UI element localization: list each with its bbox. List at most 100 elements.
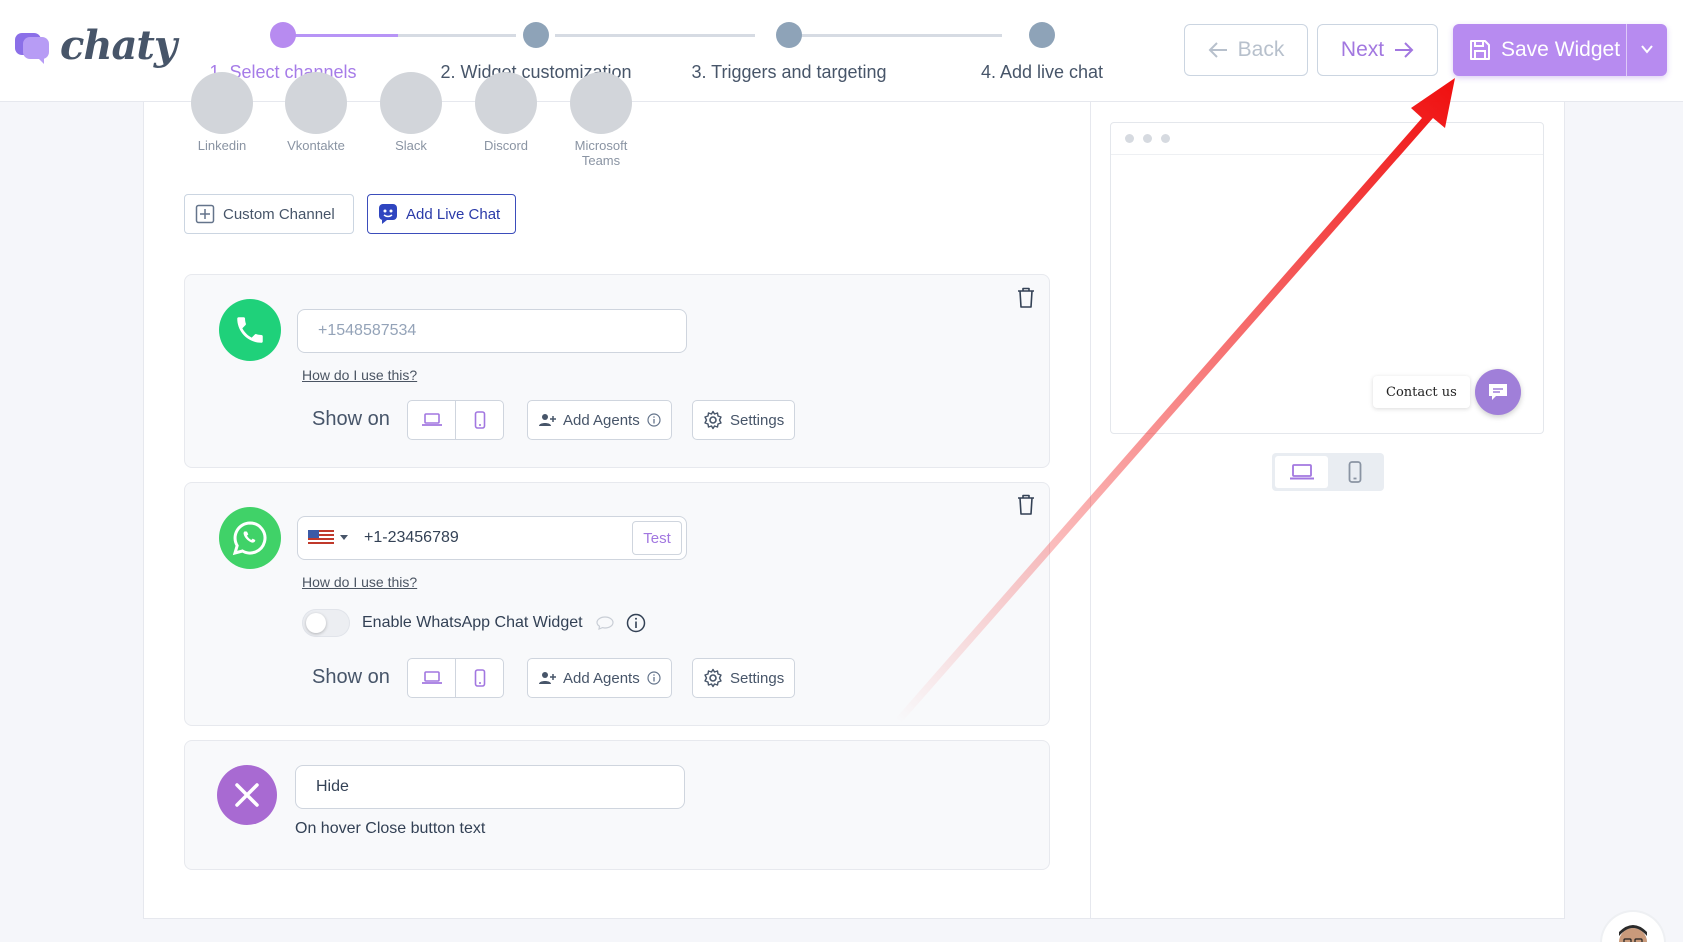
arrow-right-icon: [1395, 42, 1414, 58]
channel-slack[interactable]: Slack: [366, 72, 456, 153]
laptop-icon: [421, 671, 442, 684]
whatsapp-icon: [232, 521, 267, 556]
phone-placeholder: +1548587534: [318, 322, 417, 339]
phone-howto-link[interactable]: How do I use this?: [302, 367, 417, 383]
custom-channel-button[interactable]: Custom Channel: [184, 194, 354, 234]
desktop-toggle[interactable]: [408, 401, 455, 439]
save-divider: [1626, 24, 1627, 76]
vkontakte-icon: [285, 72, 347, 134]
desktop-toggle[interactable]: [408, 659, 455, 697]
close-text-value: Hide: [316, 778, 349, 795]
gear-icon: [704, 410, 722, 430]
window-dot: [1125, 134, 1134, 143]
chevron-down-icon[interactable]: [1639, 41, 1655, 57]
logo-text: chaty: [60, 22, 177, 69]
live-chat-icon: [379, 204, 397, 224]
arrow-left-icon: [1208, 42, 1227, 58]
widget-chat-button[interactable]: [1475, 369, 1521, 415]
step-dot: [270, 22, 296, 48]
close-icon: [235, 783, 259, 807]
caret-down-icon: [340, 535, 348, 540]
chaty-logo[interactable]: chaty: [14, 22, 177, 69]
info-icon[interactable]: [626, 613, 646, 633]
whatsapp-show-on-label: Show on: [312, 666, 390, 688]
add-live-chat-button[interactable]: Add Live Chat: [367, 194, 516, 234]
preview-desktop-toggle[interactable]: [1275, 456, 1328, 488]
add-user-icon: [539, 414, 556, 426]
enable-whatsapp-widget-label: Enable WhatsApp Chat Widget: [362, 614, 583, 631]
add-live-chat-label: Add Live Chat: [406, 205, 501, 223]
contact-us-tooltip: Contact us: [1373, 376, 1470, 408]
save-disk-icon: [1470, 40, 1490, 60]
info-icon: [647, 413, 661, 427]
mobile-phone-icon: [474, 669, 485, 687]
add-agents-label: Add Agents: [563, 669, 640, 687]
channel-name: Vkontakte: [287, 138, 345, 153]
save-widget-button[interactable]: Save Widget: [1453, 24, 1667, 76]
message-icon: [1489, 384, 1507, 400]
whatsapp-number-input[interactable]: +1-23456789 Test: [297, 516, 687, 560]
whatsapp-channel-avatar: [219, 507, 281, 569]
linkedin-icon: [191, 72, 253, 134]
channel-microsoft-teams[interactable]: Microsoft Teams: [556, 72, 646, 168]
phone-show-on-label: Show on: [312, 408, 390, 430]
whatsapp-add-agents-button[interactable]: Add Agents: [527, 658, 672, 698]
window-dot: [1143, 134, 1152, 143]
mobile-toggle[interactable]: [455, 659, 503, 697]
country-flag-select[interactable]: [308, 530, 348, 546]
settings-label: Settings: [730, 669, 785, 687]
whatsapp-number-value: +1-23456789: [364, 529, 459, 546]
step-dot: [523, 22, 549, 48]
save-widget-label: Save Widget: [1501, 38, 1621, 61]
step-triggers-targeting[interactable]: 3. Triggers and targeting: [689, 18, 889, 83]
toggle-knob: [306, 613, 326, 633]
phone-number-input[interactable]: +1548587534: [297, 309, 687, 353]
phone-add-agents-button[interactable]: Add Agents: [527, 400, 672, 440]
gear-icon: [704, 668, 722, 688]
mobile-phone-icon: [1348, 461, 1361, 483]
phone-channel-avatar: [219, 299, 281, 361]
preview-mobile-toggle[interactable]: [1328, 456, 1381, 488]
discord-icon: [475, 72, 537, 134]
back-button[interactable]: Back: [1184, 24, 1308, 76]
laptop-icon: [1289, 464, 1314, 480]
channel-linkedin[interactable]: Linkedin: [177, 72, 267, 153]
trash-icon[interactable]: [1017, 287, 1035, 308]
info-icon: [647, 671, 661, 685]
chat-bubbles-icon: [15, 32, 49, 64]
phone-settings-button[interactable]: Settings: [692, 400, 796, 440]
trash-icon[interactable]: [1017, 494, 1035, 515]
add-user-icon: [539, 672, 556, 684]
mobile-toggle[interactable]: [455, 401, 503, 439]
whatsapp-test-button[interactable]: Test: [632, 521, 682, 555]
mobile-phone-icon: [474, 411, 485, 429]
phone-device-toggle: [407, 400, 504, 440]
channel-vkontakte[interactable]: Vkontakte: [271, 72, 361, 153]
window-dot: [1161, 134, 1170, 143]
support-agent-avatar[interactable]: [1602, 912, 1664, 942]
preview-device-toggle: [1272, 453, 1384, 491]
laptop-icon: [421, 413, 442, 426]
whatsapp-settings-button[interactable]: Settings: [692, 658, 796, 698]
channel-name: Microsoft Teams: [574, 138, 628, 168]
channel-name: Linkedin: [197, 138, 247, 153]
custom-channel-label: Custom Channel: [223, 205, 335, 223]
step-add-live-chat[interactable]: 4. Add live chat: [942, 18, 1142, 83]
step-dot: [776, 22, 802, 48]
microsoft-teams-icon: [570, 72, 632, 134]
settings-label: Settings: [730, 411, 785, 429]
channel-discord[interactable]: Discord: [461, 72, 551, 153]
close-text-caption: On hover Close button text: [295, 820, 486, 837]
step-label: 3. Triggers and targeting: [691, 62, 887, 82]
back-label: Back: [1237, 38, 1285, 61]
phone-icon: [237, 317, 263, 343]
close-text-input[interactable]: Hide: [295, 765, 685, 809]
next-button[interactable]: Next: [1317, 24, 1438, 76]
whatsapp-howto-link[interactable]: How do I use this?: [302, 574, 417, 590]
whatsapp-widget-toggle[interactable]: [302, 609, 350, 637]
next-label: Next: [1340, 38, 1385, 61]
plus-square-icon: [195, 204, 215, 224]
agent-face-icon: [1619, 925, 1647, 942]
speech-bubble-icon: [596, 616, 614, 630]
contact-us-label: Contact us: [1386, 384, 1457, 400]
